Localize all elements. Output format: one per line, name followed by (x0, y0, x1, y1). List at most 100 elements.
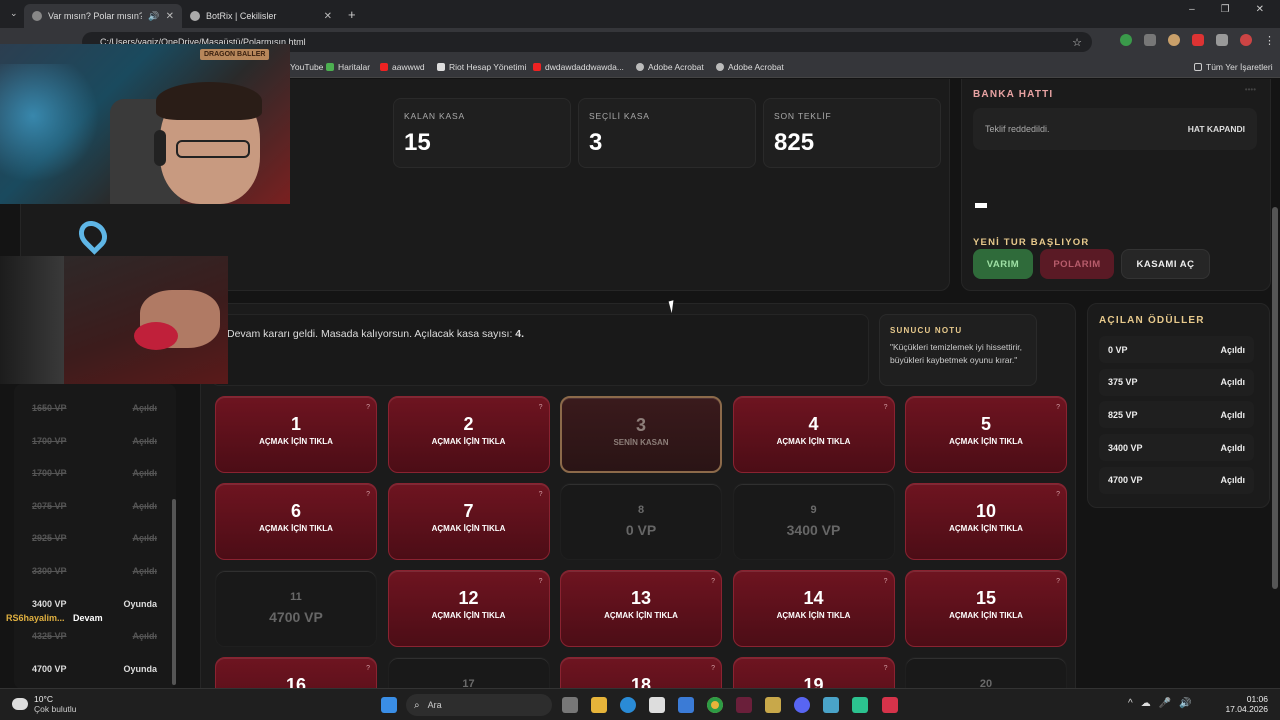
box-hint-icon: ? (366, 491, 370, 498)
box-6[interactable]: 6 AÇMAK İÇİN TIKLA? (215, 483, 377, 560)
box-19[interactable]: 19AÇMAK İÇİN TIKLA? (732, 657, 895, 688)
close-tab-icon[interactable]: ✕ (166, 11, 174, 22)
bookmark-youtube[interactable]: YouTube (290, 62, 323, 72)
box-hint-icon: ? (538, 404, 543, 411)
box-number: 8 (637, 504, 645, 516)
box-4[interactable]: 4 AÇMAK İÇİN TIKLA? (732, 396, 895, 473)
box-number: 3 (635, 415, 646, 435)
box-18[interactable]: 18AÇMAK İÇİN TIKLA? (560, 657, 722, 688)
board-panel: Devam kararı geldi. Masada kalıyorsun. A… (200, 303, 1076, 688)
minimize-icon[interactable]: – (1189, 4, 1195, 15)
globe-icon (716, 63, 724, 71)
clock-time: 01:06 (1246, 694, 1268, 704)
prize-row: 825 VP Açıldı (1099, 401, 1254, 429)
weather-widget[interactable]: 10°C Çok bulutlu (12, 694, 77, 714)
remaining-row: 1700 VP Açıldı (24, 460, 165, 486)
edge-icon[interactable] (620, 697, 636, 713)
bookmark-label: Haritalar (338, 62, 371, 72)
log-message: Devam kararı geldi. Masada kalıyorsun. A… (227, 328, 516, 340)
bookmark-adobe-2[interactable]: Adobe Acrobat (716, 62, 784, 72)
menu-icon[interactable]: ⋮ (1264, 34, 1275, 47)
shield-icon[interactable] (1120, 34, 1132, 46)
globe-icon (636, 63, 644, 71)
led-lights (0, 64, 110, 194)
extension-icon[interactable] (1144, 34, 1156, 46)
box-12[interactable]: 12 AÇMAK İÇİN TIKLA? (387, 570, 550, 647)
app-icon[interactable] (765, 697, 781, 713)
cookie-icon[interactable] (1168, 34, 1180, 46)
app-icon[interactable] (882, 697, 898, 713)
box-13[interactable]: 13 AÇMAK İÇİN TIKLA? (560, 570, 722, 647)
close-tab-icon[interactable]: ✕ (324, 11, 332, 22)
host-note: SUNUCU NOTU "Küçükleri temizlemek iyi hi… (879, 314, 1037, 386)
tray-icons[interactable]: ^☁🎤🔊 (1128, 698, 1200, 709)
mail-icon[interactable] (678, 697, 694, 713)
varim-button[interactable]: VARIM (973, 249, 1033, 279)
remaining-value: 3300 VP (32, 566, 67, 576)
chat-user: RS6hayalim... (6, 613, 65, 623)
puzzle-icon[interactable] (1216, 34, 1228, 46)
discord-icon[interactable] (794, 697, 810, 713)
box-label: SENİN KASAN (613, 438, 669, 447)
app-icon[interactable] (736, 697, 752, 713)
maximize-icon[interactable]: ❐ (1221, 4, 1230, 15)
start-icon[interactable] (381, 697, 397, 713)
box-16[interactable]: 16AÇMAK İÇİN TIKLA? (215, 657, 377, 688)
bookmark-aawwwd[interactable]: aawwwd (380, 62, 425, 72)
tab-botrix[interactable]: BotRix | Cekilisler ✕ (182, 4, 340, 28)
bookmark-label: YouTube (290, 62, 324, 72)
box-7[interactable]: 7 AÇMAK İÇİN TIKLA? (387, 483, 550, 560)
box-hint-icon: ? (1056, 404, 1060, 411)
clock[interactable]: 01:06 17.04.2026 (1225, 694, 1268, 714)
box-number: 12 (458, 588, 479, 608)
remaining-value: 1700 VP (32, 468, 67, 479)
close-window-icon[interactable]: ✕ (1256, 4, 1264, 15)
audio-icon[interactable]: 🔊 (148, 11, 159, 22)
open-my-box-button[interactable]: KASAMI AÇ (1121, 249, 1210, 279)
remaining-value: 1650 VP (32, 403, 67, 413)
profile-icon[interactable] (1240, 34, 1252, 46)
tab-favicon-icon (32, 11, 42, 21)
box-5[interactable]: 5 AÇMAK İÇİN TIKLA? (905, 396, 1067, 473)
box-label: AÇMAK İÇİN TIKLA (431, 611, 506, 620)
chrome-icon[interactable] (707, 697, 723, 713)
box-15[interactable]: 15 AÇMAK İÇİN TIKLA? (905, 570, 1067, 647)
wall-sign: DRAGON BALLER (200, 49, 270, 60)
box-1[interactable]: 1 AÇMAK İÇİN TIKLA? (215, 396, 377, 473)
tp-icon[interactable] (1192, 34, 1204, 46)
task-view-icon[interactable] (562, 697, 578, 713)
box-14[interactable]: 14 AÇMAK İÇİN TIKLA? (732, 570, 895, 647)
bookmark-adobe-1[interactable]: Adobe Acrobat (636, 62, 704, 72)
bookmark-star-icon[interactable]: ☆ (1072, 36, 1082, 49)
tab-game[interactable]: Var mısın? Polar mısın? 🔊 ✕ (24, 4, 182, 28)
box-3: 3 SENİN KASAN (560, 396, 722, 473)
new-tab-button[interactable]: + (348, 7, 356, 22)
bank-panel: BANKA HATTI •••• Teklif reddedildi. HAT … (961, 79, 1271, 291)
tab-menu-icon[interactable]: ⌄ (10, 8, 18, 19)
bookmark-dwdaw[interactable]: dwdawdaddwawda... (533, 62, 624, 72)
polarim-button[interactable]: POLARIM (1040, 249, 1114, 279)
app-icon[interactable] (823, 697, 839, 713)
file-explorer-icon[interactable] (591, 697, 607, 713)
box-2[interactable]: 2 AÇMAK İÇİN TIKLA? (387, 396, 550, 473)
bank-status: HAT KAPANDI (1187, 124, 1245, 134)
box-hint-icon: ? (538, 491, 543, 498)
box-label: AÇMAK İÇİN TIKLA (949, 437, 1023, 446)
box-number: 2 (463, 414, 474, 434)
box-number: 17 (462, 678, 475, 688)
hair (156, 82, 262, 120)
app-icon[interactable] (852, 697, 868, 713)
page-scrollbar[interactable] (1272, 207, 1278, 589)
bookmark-riot[interactable]: Riot Hesap Yönetimi (437, 62, 526, 72)
box-10[interactable]: 10 AÇMAK İÇİN TIKLA? (905, 483, 1067, 560)
search-box[interactable]: ⌕ Ara (406, 694, 552, 716)
webcam-hand (0, 256, 228, 384)
store-icon[interactable] (649, 697, 665, 713)
bookmark-maps[interactable]: Haritalar (326, 62, 370, 72)
prize-row: 375 VP Açıldı (1099, 368, 1254, 396)
bookmark-label: aawwwd (392, 62, 425, 72)
all-bookmarks[interactable]: Tüm Yer İşaretleri (1194, 62, 1273, 72)
scrollbar[interactable] (172, 499, 176, 685)
bookmark-label: dwdawdaddwawda... (545, 62, 624, 72)
bank-message: Teklif reddedildi. (985, 124, 1050, 134)
